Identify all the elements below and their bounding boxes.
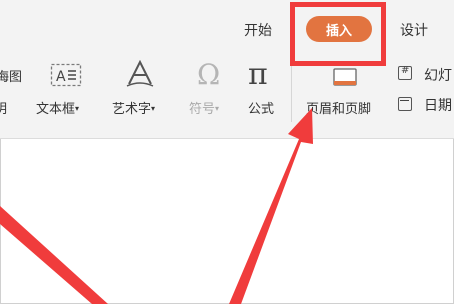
arrow-left [0, 206, 108, 304]
arrow-right [229, 108, 313, 304]
annotation-arrows [0, 108, 313, 304]
